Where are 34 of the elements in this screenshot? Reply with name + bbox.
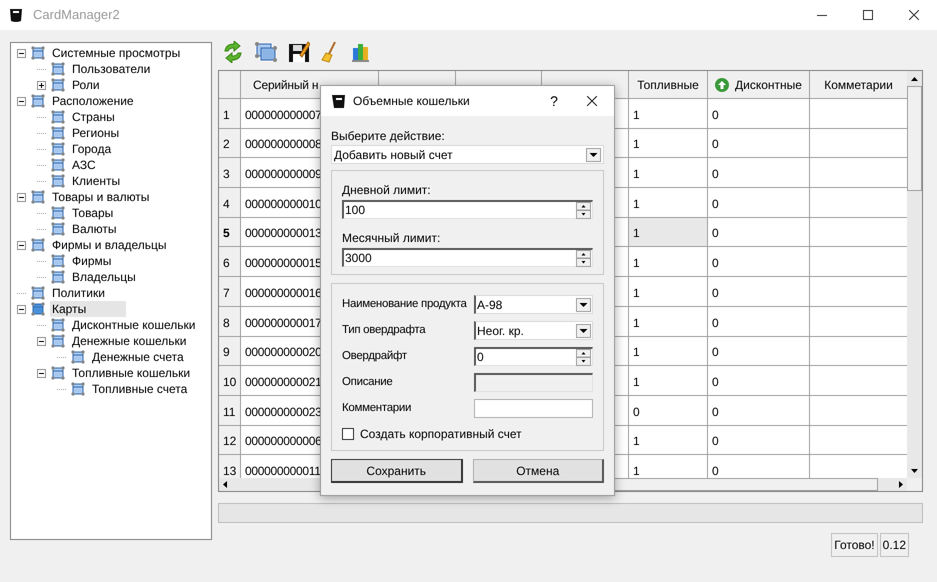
table-cell: 1 [629,247,708,278]
field-value: 0 [477,349,485,366]
table-cell: 0 [708,128,810,158]
table-cell: 1 [629,426,708,456]
table-cell: 0 [708,99,810,129]
table-cell: 0 [708,158,810,188]
field-value: 3000 [345,250,373,267]
table-cell: 1 [629,218,708,248]
table-cell: 1 [629,158,708,188]
table-cell: 1 [629,336,708,366]
status-message: Готово! [831,533,878,557]
field-value: 100 [345,202,366,219]
table-cell: 0 [708,426,810,456]
table-cell: 0 [629,396,708,426]
table-cell: 1 [629,366,708,396]
table-cell: 0 [708,188,810,218]
table-cell: 1 [629,277,708,307]
table-cell: 1 [629,306,708,336]
table-cell: 0 [708,455,810,478]
window-title: CardManager2 [33,6,120,24]
dropdown-value: А-98 [477,296,504,314]
table-cell: 1 [629,99,708,129]
version-label: 0.12 [880,533,909,557]
table-cell: 0 [708,366,810,396]
table-cell: 1 [629,188,708,218]
table-cell: 0 [708,396,810,426]
dropdown-value: Неог. кр. [477,322,525,340]
table-cell: 0 [708,218,810,248]
table-cell: 0 [708,306,810,336]
table-cell: 1 [629,128,708,158]
table-cell: 0 [708,277,810,307]
table-cell: 1 [629,455,708,478]
table-cell: 0 [708,336,810,366]
table-cell: 0 [708,247,810,278]
